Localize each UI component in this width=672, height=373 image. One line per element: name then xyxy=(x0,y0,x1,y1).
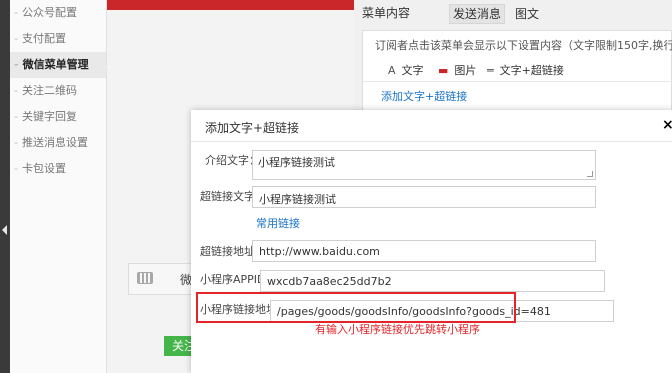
highlight-annotation-box xyxy=(196,292,516,323)
link-text-input[interactable]: 小程序链接测试 xyxy=(252,186,596,208)
close-icon[interactable]: × xyxy=(662,117,672,133)
add-text-link-link[interactable]: 添加文字+超链接 xyxy=(381,88,467,104)
link-url-input[interactable]: http://www.baidu.com xyxy=(252,240,596,262)
tool-text-label: 文字 xyxy=(401,64,424,77)
text-icon: A xyxy=(388,64,396,77)
sidebar-item-label: 推送消息设置 xyxy=(21,136,88,149)
image-icon: ▬ xyxy=(438,64,449,77)
sidebar-item-label: 微信菜单管理 xyxy=(22,58,89,71)
sidebar-item-label: 支付配置 xyxy=(21,32,66,45)
tool-text-link-label: 文字+超链接 xyxy=(499,64,564,77)
sidebar-item-menu-manage[interactable]: - 微信菜单管理 xyxy=(10,52,106,78)
sidebar-item-label: 关注二维码 xyxy=(21,84,77,97)
tab-send-message[interactable]: 发送消息 xyxy=(449,4,505,24)
sidebar-item-card-settings[interactable]: - 卡包设置 xyxy=(10,156,106,182)
annotation-note: 有输入小程序链接优先跳转小程序 xyxy=(315,323,480,336)
menu-content-title: 菜单内容 xyxy=(362,6,411,20)
sidebar-item-account-config[interactable]: - 公众号配置 xyxy=(10,0,106,26)
keyboard-icon[interactable] xyxy=(137,272,153,284)
sidebar-item-push-settings[interactable]: - 推送消息设置 xyxy=(10,130,106,156)
sidebar-item-label: 公众号配置 xyxy=(21,6,77,19)
sidebar: - 公众号配置 - 支付配置 - 微信菜单管理 - 关注二维码 - 关键字回复 - 推送消息… xyxy=(10,0,107,373)
sidebar-item-label: 关键字回复 xyxy=(21,110,77,123)
tool-image-label: 图片 xyxy=(454,64,477,77)
link-icon: ═ xyxy=(487,64,494,77)
menu-content-hint: 订阅者点击该菜单会显示以下设置内容（文字限制150字,换行请用\ xyxy=(375,39,672,52)
tool-image[interactable]: ▬ 图片 xyxy=(438,62,476,78)
sidebar-item-follow-qrcode[interactable]: - 关注二维码 xyxy=(10,78,106,104)
tool-text[interactable]: A 文字 xyxy=(388,62,424,78)
dark-edge xyxy=(0,0,10,373)
sidebar-item-keyword-reply[interactable]: - 关键字回复 xyxy=(10,104,106,130)
collapse-arrow-icon[interactable] xyxy=(2,225,7,235)
modal-divider xyxy=(191,141,672,142)
resize-handle-icon[interactable] xyxy=(587,171,593,177)
sidebar-item-label: 卡包设置 xyxy=(21,162,66,175)
sidebar-item-payment-config[interactable]: - 支付配置 xyxy=(10,26,106,52)
intro-value: 小程序链接测试 xyxy=(258,156,335,169)
tab-article[interactable]: 图文 xyxy=(515,4,539,24)
tool-text-link[interactable]: ═ 文字+超链接 xyxy=(487,62,564,78)
appid-input[interactable]: wxcdb7aa8ec25dd7b2 xyxy=(260,270,605,292)
phone-header-bar xyxy=(107,0,354,10)
intro-textarea[interactable]: 小程序链接测试 xyxy=(252,150,596,180)
common-links-link[interactable]: 常用链接 xyxy=(256,215,300,231)
modal-title: 添加文字+超链接 xyxy=(205,121,300,135)
